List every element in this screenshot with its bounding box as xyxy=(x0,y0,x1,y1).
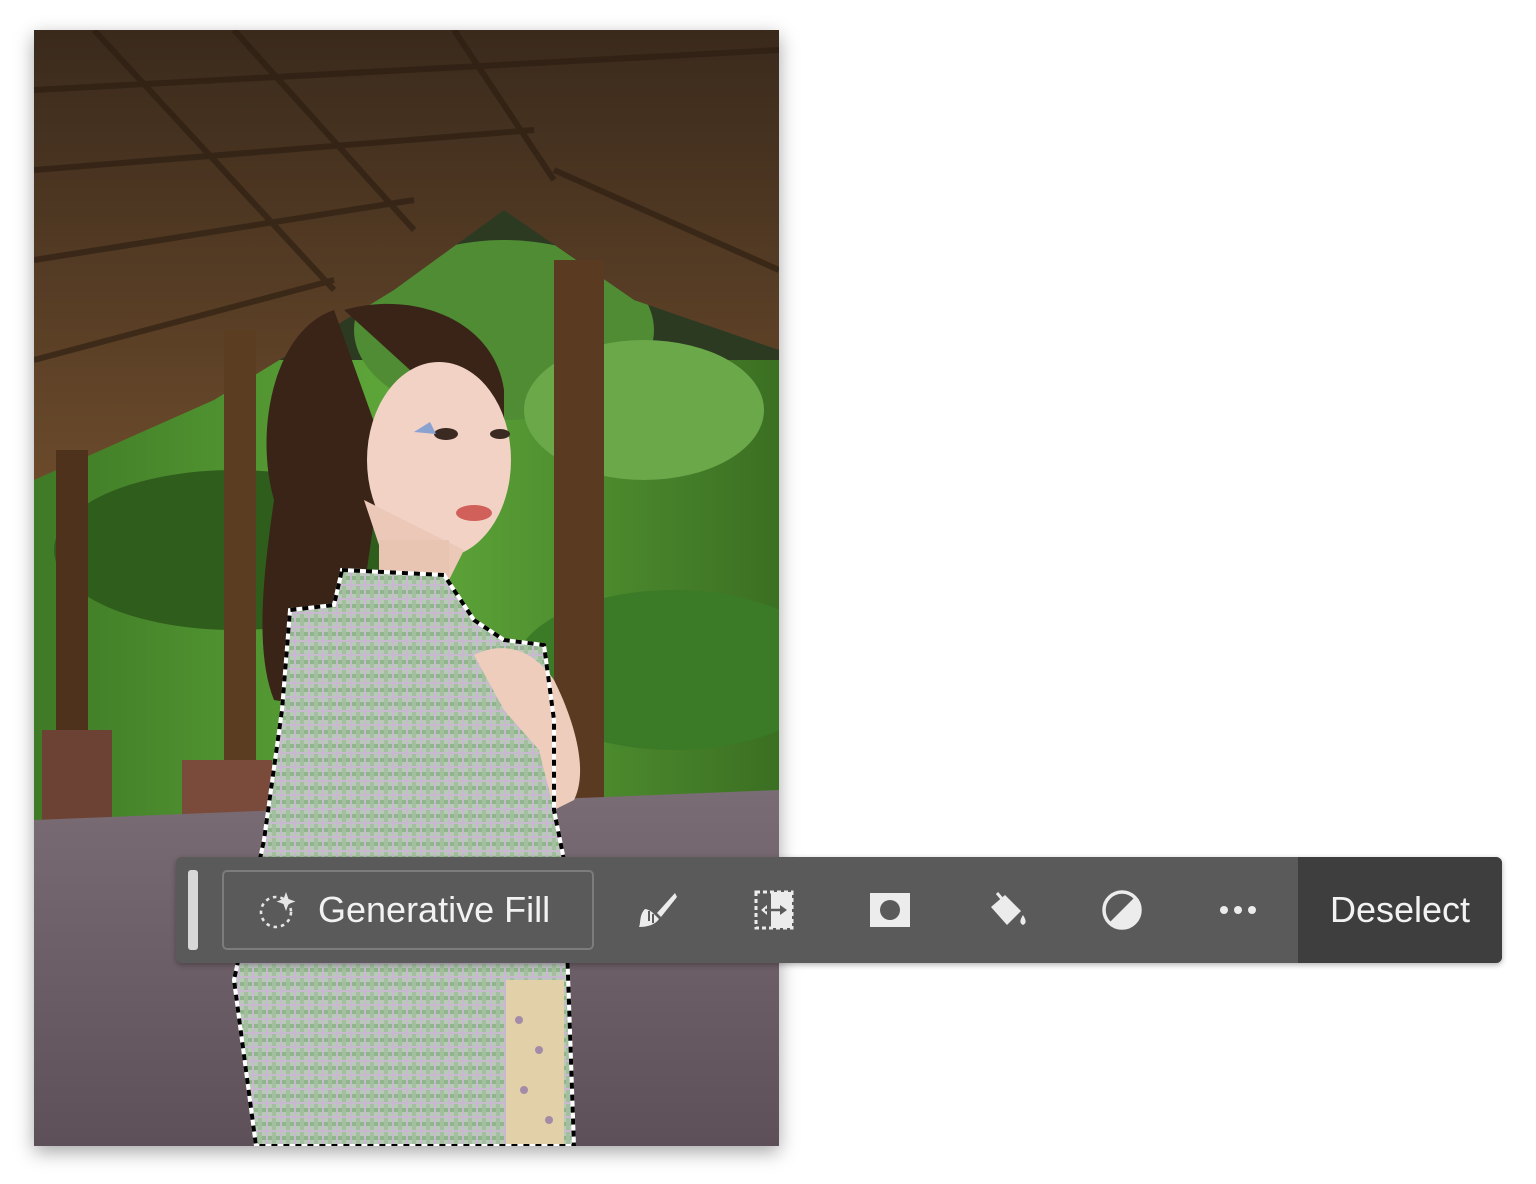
adjustment-button[interactable] xyxy=(1064,857,1180,963)
mask-icon xyxy=(870,893,910,927)
transform-selection-icon xyxy=(754,890,794,930)
mask-button[interactable] xyxy=(832,857,948,963)
fill-bucket-icon xyxy=(991,892,1026,925)
more-options-icon xyxy=(1220,906,1256,914)
generative-fill-button[interactable]: Generative Fill xyxy=(222,870,594,950)
transform-selection-button[interactable] xyxy=(716,857,832,963)
taskbar-drag-handle[interactable] xyxy=(188,870,198,950)
contextual-taskbar: Generative Fill Deselect xyxy=(176,857,1502,963)
brush-tool-button[interactable] xyxy=(600,857,716,963)
brush-icon xyxy=(639,893,677,927)
photo xyxy=(34,30,779,1146)
generative-fill-label: Generative Fill xyxy=(318,889,551,930)
fill-button[interactable] xyxy=(948,857,1064,963)
adjustment-icon xyxy=(1102,890,1142,930)
deselect-button[interactable]: Deselect xyxy=(1298,857,1502,963)
more-options-button[interactable] xyxy=(1180,857,1296,963)
document-canvas[interactable] xyxy=(34,30,779,1146)
sparkle-lasso-icon xyxy=(259,892,296,929)
